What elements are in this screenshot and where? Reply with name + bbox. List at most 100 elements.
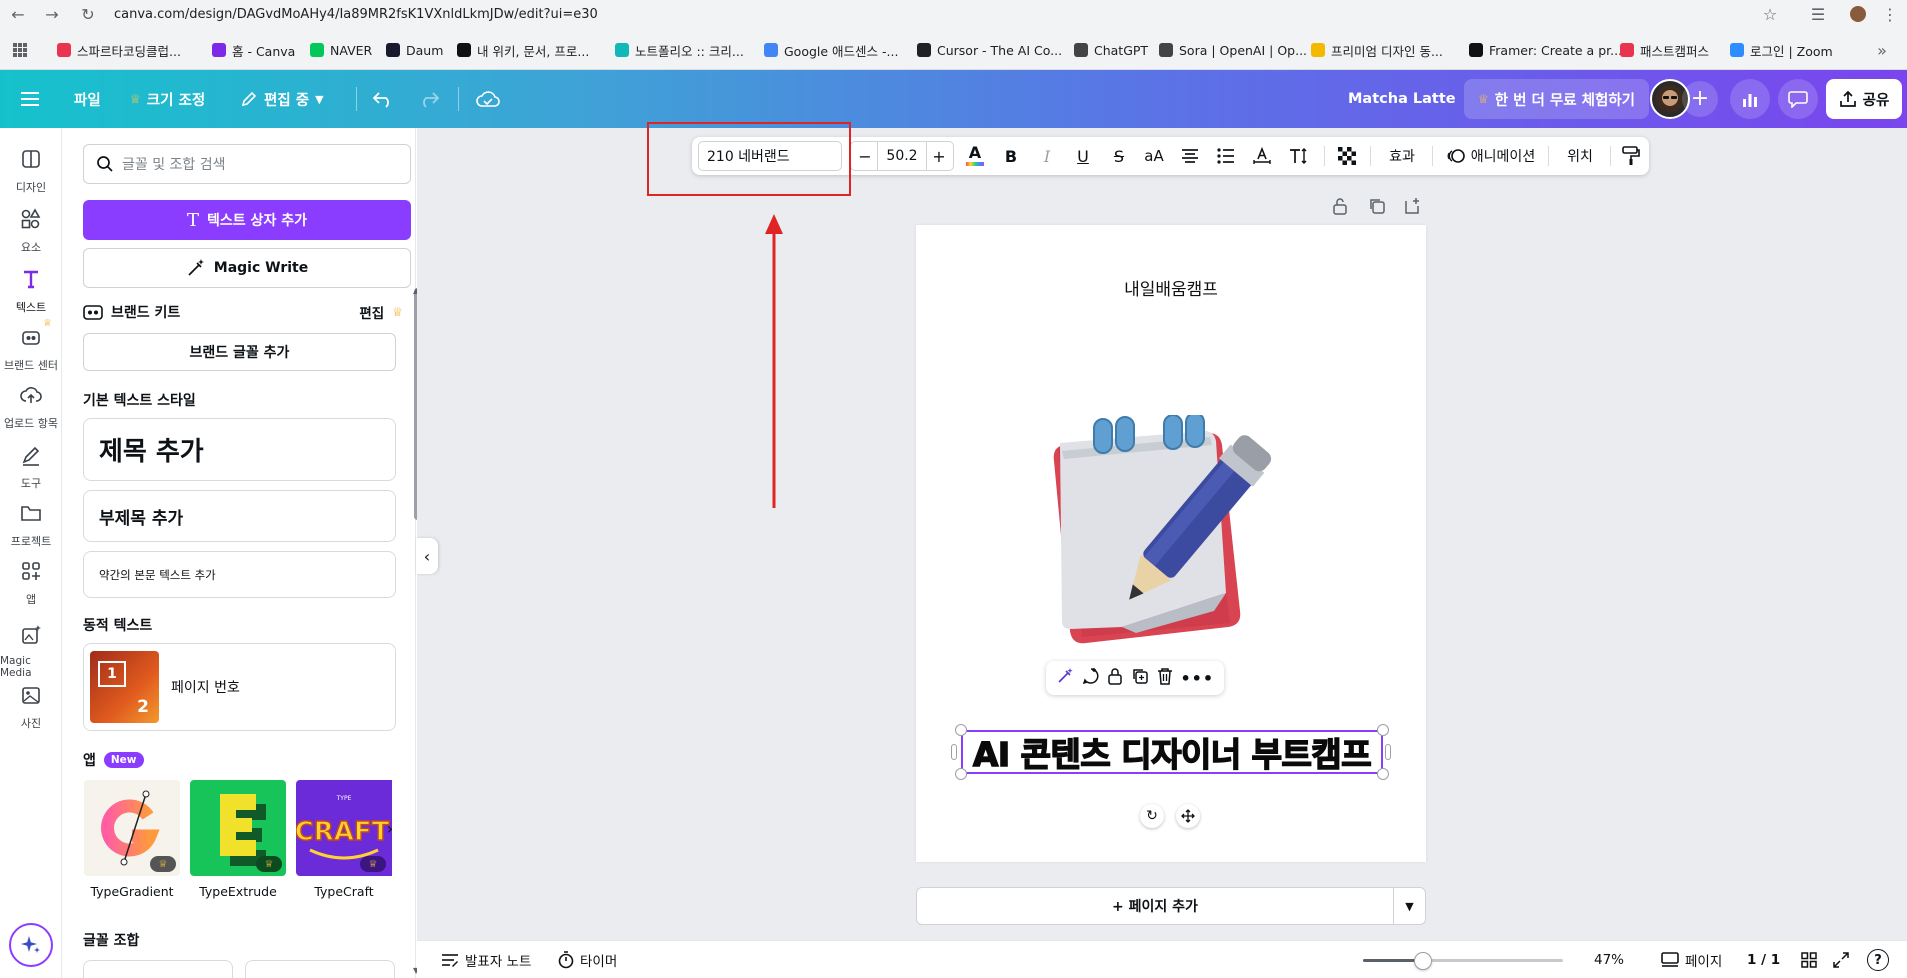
forward-icon[interactable]: → [38, 4, 66, 24]
comment-add-icon[interactable] [1082, 667, 1100, 689]
letter-case-icon[interactable]: aA [1139, 137, 1169, 175]
underline-icon[interactable]: U [1068, 137, 1098, 175]
bookmark-item[interactable]: Cursor - The AI Co... [917, 40, 1062, 60]
resize-button[interactable]: ♕ 크기 조정 [130, 70, 205, 128]
add-page-button[interactable]: + 페이지 추가 [917, 888, 1393, 924]
text-align-center-icon[interactable] [1175, 137, 1205, 175]
media-icon[interactable]: ☰ [1804, 4, 1832, 24]
insights-chart-icon[interactable] [1730, 79, 1770, 119]
pages-view-button[interactable]: 페이지 [1661, 941, 1722, 978]
bookmark-item[interactable]: Framer: Create a pr... [1469, 40, 1622, 60]
cloud-save-icon[interactable] [476, 70, 500, 128]
resize-handle-right[interactable] [1385, 744, 1391, 760]
grid-view-icon[interactable] [1801, 941, 1817, 978]
lock-element-icon[interactable] [1107, 667, 1123, 689]
apps-grid-icon[interactable] [6, 40, 34, 60]
comments-icon[interactable] [1778, 79, 1818, 119]
position-button[interactable]: 위치 [1556, 137, 1604, 175]
help-icon[interactable]: ? [1867, 941, 1889, 978]
more-options-icon[interactable]: ••• [1180, 669, 1214, 688]
bookmarks-overflow-icon[interactable]: » [1868, 40, 1896, 60]
add-textbox-button[interactable]: T 텍스트 상자 추가 [83, 200, 411, 240]
strikethrough-icon[interactable]: S [1104, 137, 1134, 175]
font-search-input[interactable]: 글꼴 및 조합 검색 [83, 144, 411, 184]
duplicate-element-icon[interactable] [1131, 667, 1149, 689]
redo-icon[interactable] [418, 70, 440, 128]
bookmark-item[interactable]: 패스트캠퍼스 [1620, 40, 1709, 60]
collapse-panel-button[interactable]: ‹ [416, 538, 438, 574]
bookmark-star-icon[interactable]: ☆ [1756, 4, 1784, 24]
rail-item-brand[interactable]: ♕ 브랜드 센터 [0, 318, 62, 386]
bookmark-item[interactable]: ChatGPT [1074, 40, 1148, 60]
resize-handle-left[interactable] [951, 744, 957, 760]
zoom-slider-thumb[interactable] [1414, 952, 1432, 970]
bold-icon[interactable]: B [996, 137, 1026, 175]
address-bar[interactable]: canva.com/design/DAGvdMoAHy4/Ia89MR2fsK1… [114, 3, 1784, 25]
editing-mode-button[interactable]: 편집 중 ▼ [240, 70, 324, 128]
rail-item-draw[interactable]: 도구 [0, 444, 62, 504]
headline-text[interactable]: AI 콘텐츠 디자이너 부트캠프 [961, 730, 1383, 774]
transparency-icon[interactable] [1332, 137, 1362, 175]
bookmark-item[interactable]: 프리미엄 디자인 동... [1311, 40, 1443, 60]
add-brand-font-button[interactable]: 브랜드 글꼴 추가 [83, 333, 396, 371]
add-subheading-card[interactable]: 부제목 추가 [83, 490, 396, 542]
page-counter[interactable]: 1 / 1 [1747, 941, 1780, 978]
resize-handle-bottom-left[interactable] [955, 768, 967, 780]
profile-avatar[interactable] [1844, 4, 1872, 24]
browser-menu-icon[interactable]: ⋮ [1876, 4, 1904, 24]
fullscreen-icon[interactable] [1833, 941, 1849, 978]
rail-item-photo[interactable]: 사진 [0, 684, 62, 744]
zoom-level[interactable]: 47% [1589, 941, 1629, 978]
design-page[interactable]: 내일배움캠프 ••• AI 콘텐츠 디자이너 부트캠프 ↻ [916, 225, 1426, 862]
letter-spacing-icon[interactable] [1247, 137, 1277, 175]
app-tile-typeextrude[interactable]: ♕ [190, 780, 286, 876]
bookmark-item[interactable]: Google 애드센스 -... [764, 40, 898, 60]
bookmark-item[interactable]: 로그인 | Zoom [1730, 40, 1833, 60]
bookmark-item[interactable]: NAVER [310, 40, 372, 60]
magic-edit-icon[interactable] [1056, 667, 1074, 689]
design-title[interactable]: Matcha Latte [1348, 70, 1456, 128]
rail-item-elements[interactable]: 요소 [0, 208, 62, 268]
add-page-icon[interactable] [1401, 195, 1423, 217]
share-button[interactable]: 공유 [1826, 79, 1902, 119]
bookmark-item[interactable]: Daum [386, 40, 443, 60]
text-color-icon[interactable]: A [960, 137, 990, 175]
copy-style-paint-roller-icon[interactable] [1616, 137, 1646, 175]
rail-item-text[interactable]: 텍스트 [0, 268, 62, 328]
resize-handle-bottom-right[interactable] [1377, 768, 1389, 780]
font-combo-card[interactable] [245, 960, 395, 978]
back-icon[interactable]: ← [4, 4, 32, 24]
main-menu-icon[interactable] [20, 70, 40, 128]
rail-item-apps[interactable]: 앱 [0, 560, 62, 620]
rail-item-design[interactable]: 디자인 [0, 148, 62, 208]
font-size-input[interactable]: 50.2 [877, 141, 927, 171]
decrease-font-size-button[interactable]: − [853, 147, 877, 166]
delete-trash-icon[interactable] [1157, 667, 1173, 689]
rail-item-magic-media[interactable]: Magic Media [0, 624, 62, 684]
rail-item-folder[interactable]: 프로젝트 [0, 502, 62, 562]
bookmark-item[interactable]: Sora | OpenAI | Op... [1159, 40, 1307, 60]
add-collaborator-icon[interactable]: + [1682, 81, 1718, 117]
bookmark-item[interactable]: 스파르타코딩클럽... [57, 40, 181, 60]
italic-icon[interactable]: I [1032, 137, 1062, 175]
move-handle-icon[interactable] [1176, 804, 1200, 828]
line-height-icon[interactable] [1283, 137, 1313, 175]
increase-font-size-button[interactable]: + [927, 147, 951, 166]
bullet-list-icon[interactable] [1211, 137, 1241, 175]
undo-icon[interactable] [372, 70, 394, 128]
resize-handle-top-left[interactable] [955, 724, 967, 736]
add-body-text-card[interactable]: 약간의 본문 텍스트 추가 [83, 551, 396, 598]
effects-button[interactable]: 효과 [1378, 137, 1426, 175]
add-page-options-chevron-icon[interactable]: ▼ [1393, 888, 1425, 924]
page-number-card[interactable]: 1 2 페이지 번호 [83, 643, 396, 731]
app-tile-typegradient[interactable]: ♕ [84, 780, 180, 876]
bookmark-item[interactable]: 내 위키, 문서, 프로... [457, 40, 589, 60]
resize-handle-top-right[interactable] [1377, 724, 1389, 736]
brand-kit-edit-link[interactable]: 편집 [359, 302, 384, 322]
reload-icon[interactable]: ↻ [74, 4, 102, 24]
presenter-notes-button[interactable]: 발표자 노트 [441, 941, 531, 978]
add-heading-card[interactable]: 제목 추가 [83, 418, 396, 481]
font-combo-card[interactable] [83, 960, 233, 978]
animate-button[interactable]: 애니메이션 [1440, 137, 1542, 175]
bookmark-item[interactable]: 노트폴리오 :: 크리... [615, 40, 744, 60]
